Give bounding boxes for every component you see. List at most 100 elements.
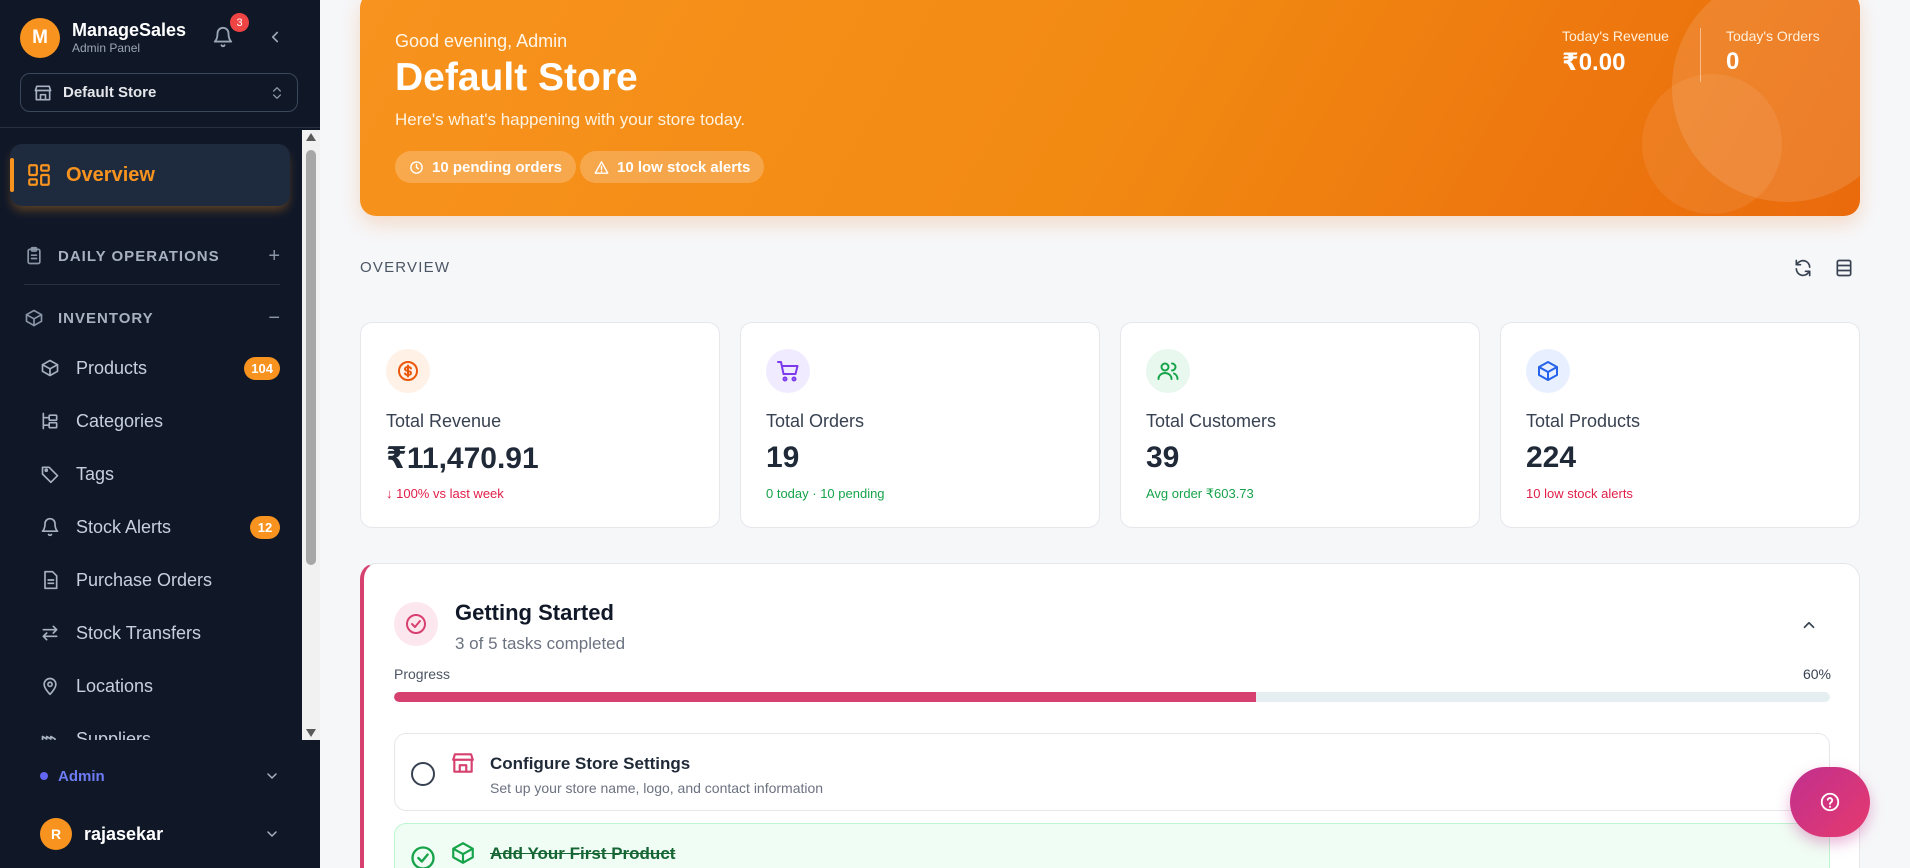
grid-icon — [26, 162, 52, 188]
arrows-left-right-icon — [40, 623, 60, 643]
cart-icon — [766, 349, 810, 393]
progress-bar-fill — [394, 692, 1256, 702]
todays-orders-label: Today's Orders — [1726, 28, 1820, 44]
task-checkbox[interactable] — [411, 762, 435, 786]
sidebar-section-inventory[interactable]: INVENTORY − — [24, 303, 280, 333]
stat-card-value: ₹11,470.91 — [386, 442, 539, 475]
sidebar-item-overview-label: Overview — [66, 163, 155, 186]
hierarchy-icon — [40, 411, 60, 431]
sidebar-item-label: Tags — [76, 463, 115, 484]
users-icon — [1146, 349, 1190, 393]
brand-logo: M — [20, 18, 60, 58]
stat-card-title: Total Orders — [766, 411, 865, 431]
stat-card-total-customers[interactable]: Total Customers 39 Avg order ₹603.73 — [1120, 322, 1480, 528]
todays-orders-stat: Today's Orders 0 — [1726, 28, 1820, 76]
layout-icon[interactable] — [1834, 258, 1854, 278]
progress-percent: 60% — [1802, 666, 1831, 682]
chevron-down-icon — [264, 826, 280, 842]
pending-orders-text: 10 pending orders — [432, 158, 563, 176]
getting-started-title: Getting Started — [455, 600, 614, 625]
pending-orders-pill[interactable]: 10 pending orders — [395, 151, 577, 183]
file-icon — [40, 570, 60, 590]
stock-alerts-count-badge: 12 — [250, 515, 280, 539]
sidebar-item-label: Stock Transfers — [76, 622, 202, 643]
sidebar-item-tags[interactable]: Tags — [40, 459, 280, 489]
clipboard-icon — [24, 246, 44, 266]
sidebar-item-products[interactable]: Products 104 — [40, 353, 280, 383]
decorative-circle — [1642, 74, 1782, 214]
factory-icon — [40, 729, 60, 740]
task-configure-store-settings[interactable]: Configure Store Settings Set up your sto… — [394, 733, 1830, 811]
check-circle-icon[interactable] — [409, 844, 437, 868]
sidebar-item-label: Suppliers — [76, 728, 152, 741]
store-icon — [33, 83, 53, 103]
task-add-first-product[interactable]: Add Your First Product — [394, 823, 1830, 868]
help-icon — [1819, 791, 1841, 813]
stat-card-value: 19 — [766, 441, 800, 474]
sidebar-scrollbar[interactable] — [302, 130, 320, 740]
role-label: Admin — [58, 767, 105, 785]
stat-divider — [1700, 28, 1701, 82]
brand-name: ManageSales — [72, 20, 187, 40]
tag-icon — [40, 464, 60, 484]
todays-revenue-label: Today's Revenue — [1562, 28, 1669, 44]
brand[interactable]: M ManageSales Admin Panel — [20, 18, 186, 58]
sidebar-item-label: Stock Alerts — [76, 516, 172, 537]
task-description: Set up your store name, logo, and contac… — [490, 780, 824, 796]
sidebar-section-daily-operations[interactable]: DAILY OPERATIONS + — [24, 241, 280, 271]
scroll-thumb[interactable] — [306, 150, 316, 565]
stat-card-title: Total Products — [1526, 411, 1641, 431]
sidebar-item-stock-alerts[interactable]: Stock Alerts 12 — [40, 512, 280, 542]
dollar-icon — [386, 349, 430, 393]
welcome-banner: Good evening, Admin Default Store Here's… — [360, 0, 1860, 216]
help-button[interactable] — [1790, 767, 1870, 837]
scroll-down-arrow-icon[interactable] — [306, 729, 316, 737]
todays-revenue-value: ₹0.00 — [1562, 49, 1626, 76]
bell-icon[interactable] — [212, 26, 234, 48]
scroll-up-arrow-icon[interactable] — [306, 133, 316, 141]
notification-badge: 3 — [230, 13, 249, 32]
user-menu[interactable]: R rajasekar — [0, 814, 320, 854]
cube-icon — [40, 358, 60, 378]
stat-card-total-products[interactable]: Total Products 224 10 low stock alerts — [1500, 322, 1860, 528]
todays-revenue-stat: Today's Revenue ₹0.00 — [1562, 28, 1669, 77]
task-title: Configure Store Settings — [490, 754, 691, 773]
chevron-up-icon[interactable] — [1800, 616, 1818, 634]
low-stock-text: 10 low stock alerts — [617, 158, 751, 176]
collapse-sidebar-icon[interactable] — [266, 28, 284, 46]
sidebar-item-label: Products — [76, 357, 148, 378]
role-dot-icon — [40, 772, 48, 780]
sidebar-item-label: Categories — [76, 410, 164, 431]
task-title: Add Your First Product — [490, 844, 676, 863]
clock-icon — [409, 160, 424, 175]
chevron-down-icon — [264, 768, 280, 784]
sidebar-divider — [0, 127, 320, 128]
sidebar-item-suppliers[interactable]: Suppliers — [40, 724, 280, 740]
sidebar-item-overview[interactable]: Overview — [10, 144, 290, 206]
section-divider — [24, 284, 280, 285]
package-icon — [24, 308, 44, 328]
overview-section-title: OVERVIEW — [360, 259, 451, 276]
sidebar-item-stock-transfers[interactable]: Stock Transfers — [40, 618, 280, 648]
sidebar-item-categories[interactable]: Categories — [40, 406, 280, 436]
refresh-icon[interactable] — [1793, 258, 1813, 278]
sidebar-item-locations[interactable]: Locations — [40, 671, 280, 701]
store-select[interactable]: Default Store — [20, 73, 298, 112]
todays-orders-value: 0 — [1726, 48, 1740, 75]
sidebar-section-label: DAILY OPERATIONS — [58, 247, 220, 265]
plus-icon: + — [268, 244, 280, 267]
progress-bar — [394, 692, 1830, 702]
sidebar-item-purchase-orders[interactable]: Purchase Orders — [40, 565, 280, 595]
low-stock-pill[interactable]: 10 low stock alerts — [580, 151, 765, 183]
avatar: R — [40, 818, 72, 850]
stat-card-total-revenue[interactable]: Total Revenue ₹11,470.91 ↓ 100% vs last … — [360, 322, 720, 528]
box-icon — [450, 840, 476, 866]
chevron-updown-icon — [269, 85, 285, 101]
role-switcher[interactable]: Admin — [0, 758, 320, 794]
map-pin-icon — [40, 676, 60, 696]
stat-card-total-orders[interactable]: Total Orders 19 0 today · 10 pending — [740, 322, 1100, 528]
products-count-badge: 104 — [244, 356, 280, 380]
minus-icon: − — [268, 306, 280, 329]
getting-started-subtitle: 3 of 5 tasks completed — [455, 634, 626, 653]
stat-card-note: ↓ 100% vs last week — [386, 486, 504, 501]
